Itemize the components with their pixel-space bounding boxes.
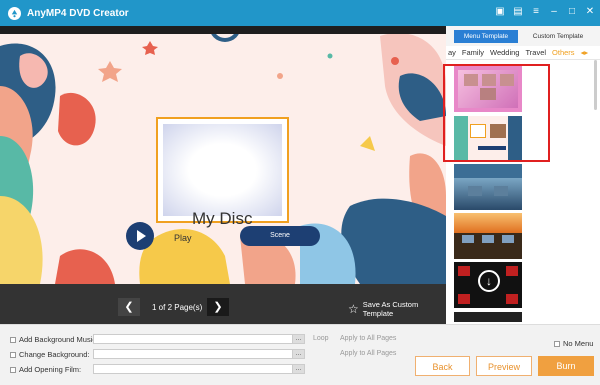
category-family[interactable]: Family <box>462 48 484 57</box>
template-thumb-3[interactable] <box>454 164 522 210</box>
category-travel[interactable]: Travel <box>525 48 546 57</box>
selected-template-highlight <box>443 64 550 162</box>
star-icon: ☆ <box>348 302 359 316</box>
opening-film-option: Add Opening Film: <box>10 364 81 375</box>
loop-label[interactable]: Loop <box>313 335 329 342</box>
opening-film-browse-button[interactable]: ... <box>292 364 305 374</box>
minimize-icon[interactable]: – <box>548 6 560 18</box>
category-others[interactable]: Others <box>552 48 575 57</box>
bg-music-option: Add Background Music: <box>10 334 98 345</box>
app-logo-icon <box>8 6 21 20</box>
maximize-icon[interactable]: □ <box>566 6 578 18</box>
preview-top-bar <box>0 26 446 34</box>
change-bg-option: Change Background: <box>10 349 89 360</box>
change-bg-label: Change Background: <box>19 350 90 359</box>
burn-button[interactable]: Burn <box>538 356 594 376</box>
prev-page-button[interactable]: ❮ <box>118 298 140 316</box>
chevron-right-icon: ❯ <box>213 301 223 313</box>
opening-film-checkbox[interactable] <box>10 366 16 373</box>
bg-music-field[interactable] <box>93 334 293 344</box>
category-holiday[interactable]: ay <box>448 48 456 57</box>
category-bar: ay Family Wedding Travel Others ◂▸ <box>446 46 600 60</box>
bg-music-label: Add Background Music: <box>19 335 99 344</box>
tab-custom-template[interactable]: Custom Template <box>526 30 590 43</box>
sidebar-scrollbar[interactable] <box>594 60 597 110</box>
change-bg-field[interactable] <box>93 349 293 359</box>
file-icon[interactable]: ▤ <box>512 6 524 18</box>
apply-all-bg-label[interactable]: Apply to All Pages <box>340 350 396 357</box>
scene-button[interactable]: Scene <box>240 226 320 246</box>
template-thumb-5[interactable]: ↓ <box>454 262 522 308</box>
apply-all-music-label[interactable]: Apply to All Pages <box>340 335 396 342</box>
scene-label: Scene <box>270 232 290 239</box>
change-bg-checkbox[interactable] <box>10 351 16 358</box>
disc-title[interactable]: My Disc <box>192 209 252 229</box>
menu-preview: My Disc Play Scene <box>0 26 446 284</box>
save-icon[interactable]: ▣ <box>494 6 506 18</box>
no-menu-checkbox[interactable] <box>554 340 560 347</box>
save-custom-template-button[interactable]: ☆ Save As Custom Template <box>348 300 446 318</box>
page-indicator: 1 of 2 Page(s) <box>152 303 203 312</box>
video-frame[interactable] <box>156 117 289 223</box>
app-title: AnyMP4 DVD Creator <box>27 7 129 19</box>
tab-menu-template[interactable]: Menu Template <box>454 30 518 43</box>
back-button[interactable]: Back <box>415 356 470 376</box>
template-thumb-6[interactable] <box>454 312 522 322</box>
scroll-arrows-icon[interactable]: ◂▸ <box>581 48 589 57</box>
preview-button[interactable]: Preview <box>476 356 532 376</box>
page-navigation-bar: ❮ 1 of 2 Page(s) ❯ ☆ Save As Custom Temp… <box>0 284 446 324</box>
opening-film-label: Add Opening Film: <box>19 365 82 374</box>
title-bar: AnyMP4 DVD Creator ▣ ▤ ≡ – □ ✕ <box>0 0 600 26</box>
no-menu-label: No Menu <box>563 339 594 348</box>
template-tabs: Menu Template Custom Template <box>446 26 600 46</box>
download-icon[interactable]: ↓ <box>478 270 500 292</box>
play-button[interactable] <box>126 222 154 250</box>
change-bg-browse-button[interactable]: ... <box>292 349 305 359</box>
bg-music-checkbox[interactable] <box>10 336 16 343</box>
opening-film-field[interactable] <box>93 364 293 374</box>
play-icon <box>137 230 146 242</box>
menu-icon[interactable]: ≡ <box>530 6 542 18</box>
chevron-left-icon: ❮ <box>124 301 134 313</box>
save-template-label: Save As Custom Template <box>362 300 419 318</box>
close-icon[interactable]: ✕ <box>584 6 596 18</box>
template-thumb-4[interactable] <box>454 213 522 259</box>
no-menu-option: No Menu <box>554 338 593 349</box>
next-page-button[interactable]: ❯ <box>207 298 229 316</box>
category-wedding[interactable]: Wedding <box>490 48 519 57</box>
play-label[interactable]: Play <box>174 233 192 243</box>
bg-music-browse-button[interactable]: ... <box>292 334 305 344</box>
